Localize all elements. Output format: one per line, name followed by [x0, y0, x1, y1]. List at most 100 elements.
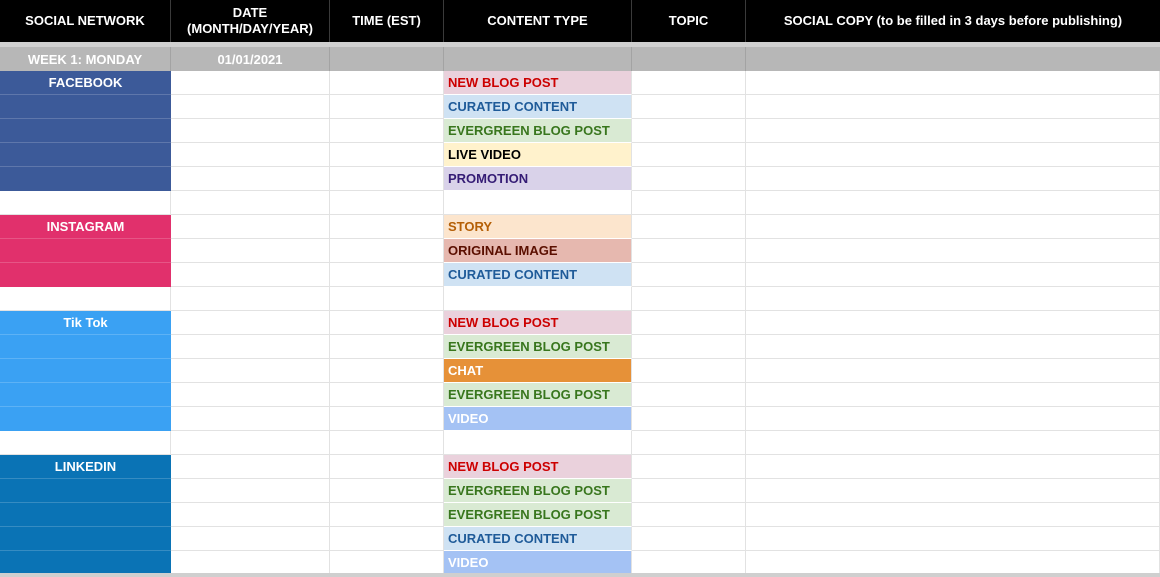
content-type-cell[interactable]: NEW BLOG POST: [444, 71, 632, 95]
time-cell[interactable]: [330, 311, 444, 335]
social-copy-cell[interactable]: [746, 167, 1160, 191]
topic-cell[interactable]: [632, 359, 746, 383]
social-copy-cell[interactable]: [746, 239, 1160, 263]
content-type-cell[interactable]: EVERGREEN BLOG POST: [444, 119, 632, 143]
time-cell[interactable]: [330, 455, 444, 479]
social-copy-cell[interactable]: [746, 71, 1160, 95]
social-copy-cell[interactable]: [746, 335, 1160, 359]
content-type-cell[interactable]: CHAT: [444, 359, 632, 383]
date-cell[interactable]: [171, 407, 330, 431]
time-cell[interactable]: [330, 167, 444, 191]
content-type-cell[interactable]: [444, 287, 632, 311]
content-type-cell[interactable]: EVERGREEN BLOG POST: [444, 383, 632, 407]
time-cell[interactable]: [330, 71, 444, 95]
topic-cell[interactable]: [632, 551, 746, 575]
header-social-network[interactable]: SOCIAL NETWORK: [0, 0, 171, 42]
date-cell[interactable]: [171, 383, 330, 407]
topic-cell[interactable]: [632, 71, 746, 95]
topic-cell[interactable]: [632, 503, 746, 527]
network-cell[interactable]: [0, 287, 171, 311]
content-type-cell[interactable]: CURATED CONTENT: [444, 527, 632, 551]
time-cell[interactable]: [330, 95, 444, 119]
date-cell[interactable]: [171, 239, 330, 263]
network-cell[interactable]: [0, 191, 171, 215]
date-cell[interactable]: [171, 143, 330, 167]
content-type-cell[interactable]: EVERGREEN BLOG POST: [444, 335, 632, 359]
week-time-cell[interactable]: [330, 47, 444, 71]
topic-cell[interactable]: [632, 143, 746, 167]
network-cell[interactable]: [0, 431, 171, 455]
time-cell[interactable]: [330, 263, 444, 287]
topic-cell[interactable]: [632, 215, 746, 239]
date-cell[interactable]: [171, 119, 330, 143]
header-date[interactable]: DATE (MONTH/DAY/YEAR): [171, 0, 330, 42]
social-copy-cell[interactable]: [746, 431, 1160, 455]
topic-cell[interactable]: [632, 455, 746, 479]
week-topic-cell[interactable]: [632, 47, 746, 71]
header-social-copy[interactable]: SOCIAL COPY (to be filled in 3 days befo…: [746, 0, 1160, 42]
time-cell[interactable]: [330, 479, 444, 503]
social-copy-cell[interactable]: [746, 407, 1160, 431]
content-type-cell[interactable]: EVERGREEN BLOG POST: [444, 503, 632, 527]
time-cell[interactable]: [330, 359, 444, 383]
topic-cell[interactable]: [632, 167, 746, 191]
content-type-cell[interactable]: [444, 191, 632, 215]
date-cell[interactable]: [171, 431, 330, 455]
time-cell[interactable]: [330, 383, 444, 407]
time-cell[interactable]: [330, 551, 444, 575]
date-cell[interactable]: [171, 191, 330, 215]
date-cell[interactable]: [171, 527, 330, 551]
time-cell[interactable]: [330, 527, 444, 551]
content-type-cell[interactable]: ORIGINAL IMAGE: [444, 239, 632, 263]
content-type-cell[interactable]: STORY: [444, 215, 632, 239]
content-type-cell[interactable]: PROMOTION: [444, 167, 632, 191]
time-cell[interactable]: [330, 215, 444, 239]
date-cell[interactable]: [171, 551, 330, 575]
social-copy-cell[interactable]: [746, 95, 1160, 119]
topic-cell[interactable]: [632, 119, 746, 143]
content-type-cell[interactable]: NEW BLOG POST: [444, 455, 632, 479]
time-cell[interactable]: [330, 335, 444, 359]
content-type-cell[interactable]: CURATED CONTENT: [444, 95, 632, 119]
topic-cell[interactable]: [632, 479, 746, 503]
social-copy-cell[interactable]: [746, 551, 1160, 575]
date-cell[interactable]: [171, 71, 330, 95]
content-type-cell[interactable]: [444, 431, 632, 455]
social-copy-cell[interactable]: [746, 359, 1160, 383]
content-type-cell[interactable]: VIDEO: [444, 407, 632, 431]
date-cell[interactable]: [171, 287, 330, 311]
date-cell[interactable]: [171, 503, 330, 527]
social-copy-cell[interactable]: [746, 503, 1160, 527]
topic-cell[interactable]: [632, 95, 746, 119]
time-cell[interactable]: [330, 407, 444, 431]
topic-cell[interactable]: [632, 191, 746, 215]
social-copy-cell[interactable]: [746, 527, 1160, 551]
social-copy-cell[interactable]: [746, 383, 1160, 407]
date-cell[interactable]: [171, 335, 330, 359]
social-copy-cell[interactable]: [746, 311, 1160, 335]
time-cell[interactable]: [330, 191, 444, 215]
date-cell[interactable]: [171, 215, 330, 239]
topic-cell[interactable]: [632, 335, 746, 359]
social-copy-cell[interactable]: [746, 455, 1160, 479]
time-cell[interactable]: [330, 431, 444, 455]
week-copy-cell[interactable]: [746, 47, 1160, 71]
content-type-cell[interactable]: NEW BLOG POST: [444, 311, 632, 335]
date-cell[interactable]: [171, 263, 330, 287]
topic-cell[interactable]: [632, 527, 746, 551]
topic-cell[interactable]: [632, 383, 746, 407]
content-type-cell[interactable]: CURATED CONTENT: [444, 263, 632, 287]
date-cell[interactable]: [171, 95, 330, 119]
topic-cell[interactable]: [632, 407, 746, 431]
social-copy-cell[interactable]: [746, 143, 1160, 167]
topic-cell[interactable]: [632, 431, 746, 455]
topic-cell[interactable]: [632, 311, 746, 335]
topic-cell[interactable]: [632, 239, 746, 263]
header-topic[interactable]: TOPIC: [632, 0, 746, 42]
week-date-cell[interactable]: 01/01/2021: [171, 47, 330, 71]
time-cell[interactable]: [330, 143, 444, 167]
social-copy-cell[interactable]: [746, 263, 1160, 287]
time-cell[interactable]: [330, 287, 444, 311]
date-cell[interactable]: [171, 311, 330, 335]
date-cell[interactable]: [171, 455, 330, 479]
